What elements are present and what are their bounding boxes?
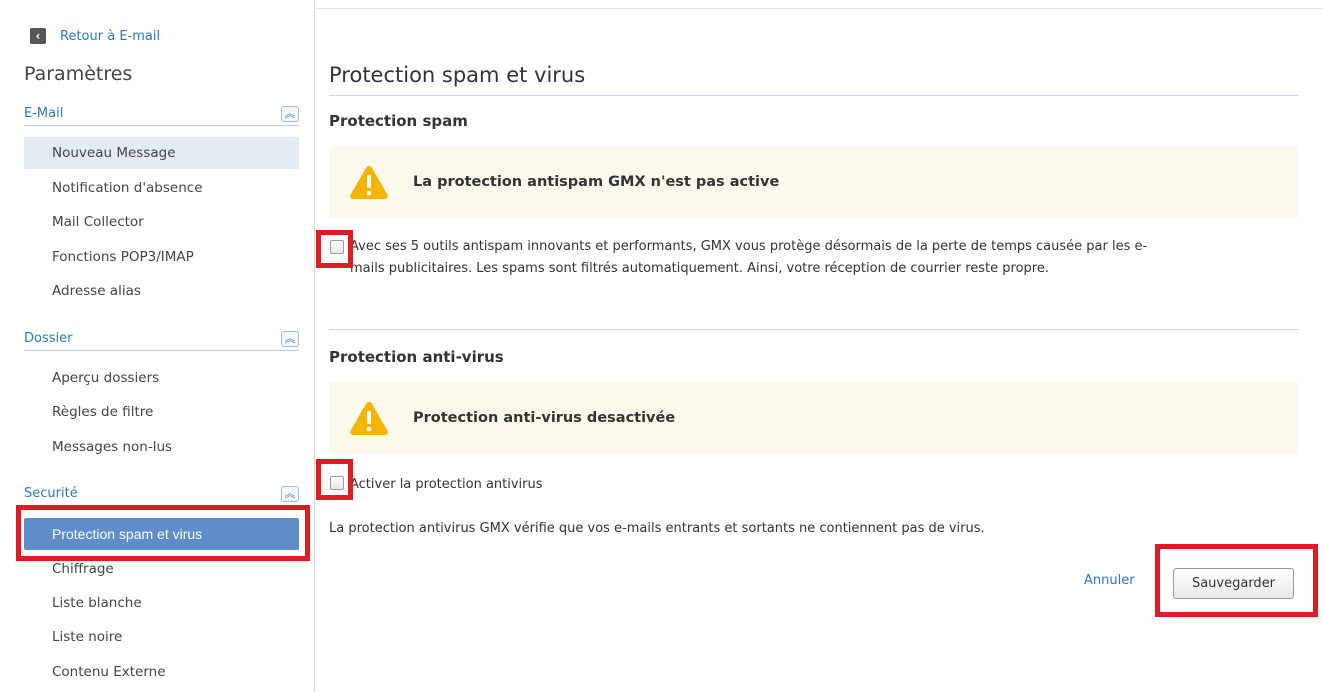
- antivirus-checkbox[interactable]: [330, 476, 344, 490]
- sidebar-item-contenu-externe[interactable]: Contenu Externe: [24, 656, 299, 688]
- sidebar-item-notification-absence[interactable]: Notification d'absence: [24, 172, 299, 204]
- sidebar-item-liste-blanche[interactable]: Liste blanche: [24, 587, 299, 619]
- sidebar-item-mail-collector[interactable]: Mail Collector: [24, 206, 299, 238]
- spam-description: Avec ses 5 outils antispam innovants et …: [350, 236, 1300, 280]
- sidebar-item-nouveau-message[interactable]: Nouveau Message: [24, 137, 299, 169]
- spam-warning-text: La protection antispam GMX n'est pas act…: [413, 174, 780, 190]
- collapse-email-button[interactable]: ︽: [281, 106, 299, 122]
- back-to-email-link[interactable]: ‹ Retour à E-mail: [30, 28, 160, 44]
- section-label-securite: Securité: [24, 486, 78, 501]
- sidebar-item-apercu-dossiers[interactable]: Aperçu dossiers: [24, 362, 299, 394]
- collapse-dossier-button[interactable]: ︽: [281, 331, 299, 347]
- title-divider: [329, 95, 1298, 96]
- warning-triangle-icon: [350, 402, 388, 435]
- section-divider: [329, 329, 1298, 330]
- spam-section-title: Protection spam: [329, 112, 468, 130]
- antivirus-checkbox-label[interactable]: Activer la protection antivirus: [350, 474, 543, 496]
- top-divider: [316, 8, 1323, 9]
- spam-protection-checkbox[interactable]: [330, 240, 344, 254]
- section-header-securite: Securité ︽: [24, 486, 299, 506]
- section-label-dossier: Dossier: [24, 331, 73, 346]
- sidebar-item-messages-non-lus[interactable]: Messages non-lus: [24, 431, 299, 463]
- sidebar-title: Paramètres: [24, 63, 133, 85]
- sidebar-item-adresse-alias[interactable]: Adresse alias: [24, 275, 299, 307]
- sidebar-item-protection-spam-virus[interactable]: Protection spam et virus: [24, 518, 299, 550]
- section-header-dossier: Dossier ︽: [24, 331, 299, 351]
- antivirus-description: La protection antivirus GMX vérifie que …: [329, 521, 985, 536]
- chevron-left-icon: ‹: [30, 28, 46, 44]
- collapse-securite-button[interactable]: ︽: [281, 486, 299, 502]
- save-button[interactable]: Sauvegarder: [1173, 568, 1294, 599]
- page-title: Protection spam et virus: [329, 63, 586, 87]
- double-chevron-up-icon: ︽: [284, 332, 296, 345]
- cancel-link[interactable]: Annuler: [1084, 573, 1135, 588]
- settings-sidebar: ‹ Retour à E-mail Paramètres E-Mail ︽ No…: [0, 0, 315, 692]
- virus-section-title: Protection anti-virus: [329, 348, 504, 366]
- sidebar-item-liste-noire[interactable]: Liste noire: [24, 621, 299, 653]
- section-label-email: E-Mail: [24, 106, 64, 121]
- section-header-email: E-Mail ︽: [24, 106, 299, 126]
- warning-triangle-icon: [350, 166, 388, 199]
- double-chevron-up-icon: ︽: [284, 487, 296, 500]
- sidebar-item-pop3-imap[interactable]: Fonctions POP3/IMAP: [24, 241, 299, 273]
- spam-description-line2: mails publicitaires. Les spams sont filt…: [350, 261, 1049, 276]
- sidebar-item-regles-filtre[interactable]: Règles de filtre: [24, 396, 299, 428]
- spam-warning-box: La protection antispam GMX n'est pas act…: [329, 146, 1298, 218]
- virus-warning-text: Protection anti-virus desactivée: [413, 410, 676, 426]
- back-to-email-label: Retour à E-mail: [60, 28, 161, 44]
- spam-description-line1: Avec ses 5 outils antispam innovants et …: [350, 239, 1148, 254]
- virus-warning-box: Protection anti-virus desactivée: [329, 382, 1298, 454]
- sidebar-item-chiffrage[interactable]: Chiffrage: [24, 553, 299, 585]
- double-chevron-up-icon: ︽: [284, 107, 296, 120]
